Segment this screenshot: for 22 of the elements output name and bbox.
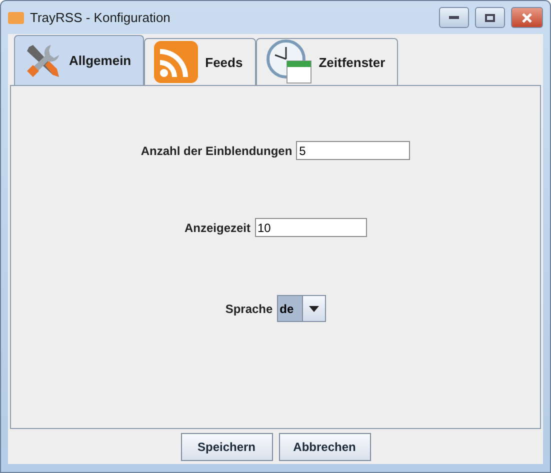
tab[interactable]: Feeds <box>144 38 256 85</box>
language-dropdown[interactable]: de <box>276 295 326 322</box>
input-field[interactable]: 10 <box>254 218 366 237</box>
minimize-icon <box>449 16 459 20</box>
input-field[interactable]: 5 <box>296 141 410 160</box>
tab[interactable]: Allgemein <box>14 35 144 85</box>
tab[interactable]: Zeitfenster <box>256 38 398 85</box>
app-icon <box>8 12 24 24</box>
field-label: Anzahl der Einblendungen <box>140 144 292 158</box>
rss-icon <box>153 40 200 84</box>
field-label: Anzeigezeit <box>184 220 250 234</box>
window-title: TrayRSS - Konfiguration <box>30 10 172 25</box>
clock-calendar-icon <box>264 39 313 85</box>
field-label: Sprache <box>225 302 273 316</box>
save-button[interactable]: Speichern <box>180 433 272 461</box>
maximize-button[interactable] <box>475 7 505 28</box>
caret-icon <box>308 306 319 312</box>
minimize-button[interactable] <box>439 7 469 28</box>
maximize-icon <box>485 14 495 22</box>
close-button[interactable] <box>511 7 543 28</box>
cancel-button[interactable]: Abbrechen <box>278 433 370 461</box>
close-icon <box>522 12 532 22</box>
